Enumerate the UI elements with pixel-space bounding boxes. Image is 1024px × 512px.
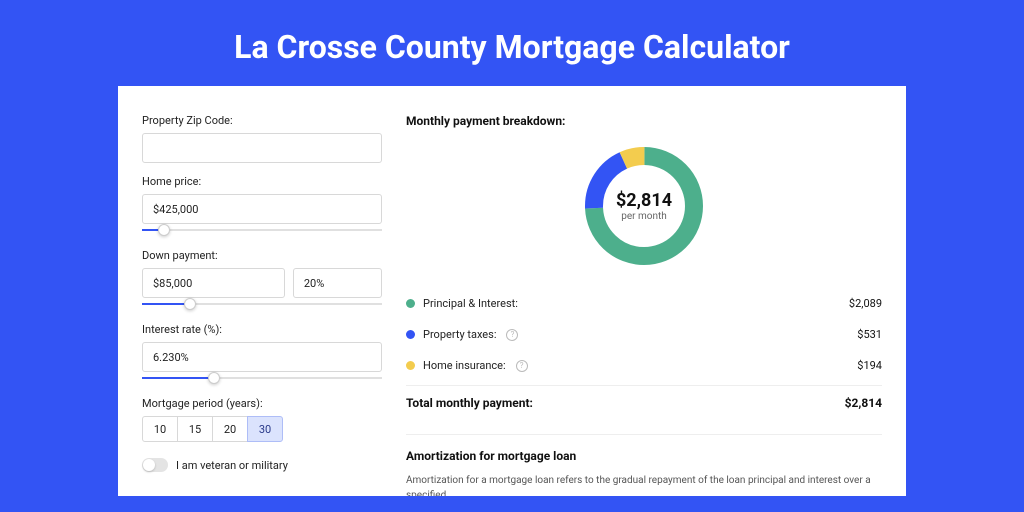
price-slider[interactable]: [142, 223, 382, 237]
legend-row: Principal & Interest: $2,089: [406, 288, 882, 319]
price-label: Home price:: [142, 175, 382, 188]
legend-row: Property taxes:? $531: [406, 319, 882, 350]
page-title: La Crosse County Mortgage Calculator: [0, 0, 1024, 86]
down-amount-input[interactable]: [142, 268, 285, 298]
results-panel: Monthly payment breakdown: $2,814 per mo…: [406, 114, 882, 496]
legend-value: $2,089: [849, 297, 882, 310]
veteran-toggle[interactable]: [142, 458, 168, 472]
calculator-card: Property Zip Code: Home price: Down paym…: [118, 86, 906, 496]
legend-label: Home insurance:: [423, 359, 506, 372]
down-label: Down payment:: [142, 249, 382, 262]
legend-value: $531: [857, 328, 882, 341]
total-value: $2,814: [845, 396, 882, 410]
down-slider[interactable]: [142, 297, 382, 311]
period-pill-10[interactable]: 10: [142, 416, 178, 442]
legend-label: Property taxes:: [423, 328, 496, 341]
amort-heading: Amortization for mortgage loan: [406, 449, 882, 463]
price-input[interactable]: [142, 194, 382, 224]
rate-input[interactable]: [142, 342, 382, 372]
veteran-label: I am veteran or military: [176, 459, 288, 472]
period-pills: 10152030: [142, 416, 382, 442]
amort-text: Amortization for a mortgage loan refers …: [406, 473, 882, 496]
period-pill-30[interactable]: 30: [247, 416, 283, 442]
zip-label: Property Zip Code:: [142, 114, 382, 127]
total-label: Total monthly payment:: [406, 396, 533, 410]
breakdown-heading: Monthly payment breakdown:: [406, 114, 882, 128]
legend-dot-icon: [406, 330, 415, 339]
legend-row: Home insurance:? $194: [406, 350, 882, 381]
donut-chart: $2,814 per month: [406, 142, 882, 270]
down-pct-input[interactable]: [293, 268, 382, 298]
help-icon[interactable]: ?: [506, 329, 518, 341]
rate-slider[interactable]: [142, 371, 382, 385]
legend: Principal & Interest: $2,089 Property taxe…: [406, 288, 882, 381]
legend-value: $194: [857, 359, 882, 372]
donut-amount: $2,814: [616, 190, 672, 211]
help-icon[interactable]: ?: [516, 360, 528, 372]
period-label: Mortgage period (years):: [142, 397, 382, 410]
legend-dot-icon: [406, 361, 415, 370]
form-panel: Property Zip Code: Home price: Down paym…: [142, 114, 382, 496]
period-pill-20[interactable]: 20: [212, 416, 248, 442]
zip-input[interactable]: [142, 133, 382, 163]
rate-label: Interest rate (%):: [142, 323, 382, 336]
amortization-section: Amortization for mortgage loan Amortizat…: [406, 434, 882, 496]
legend-dot-icon: [406, 299, 415, 308]
period-pill-15[interactable]: 15: [177, 416, 213, 442]
legend-label: Principal & Interest:: [423, 297, 518, 310]
donut-subtext: per month: [621, 211, 667, 222]
